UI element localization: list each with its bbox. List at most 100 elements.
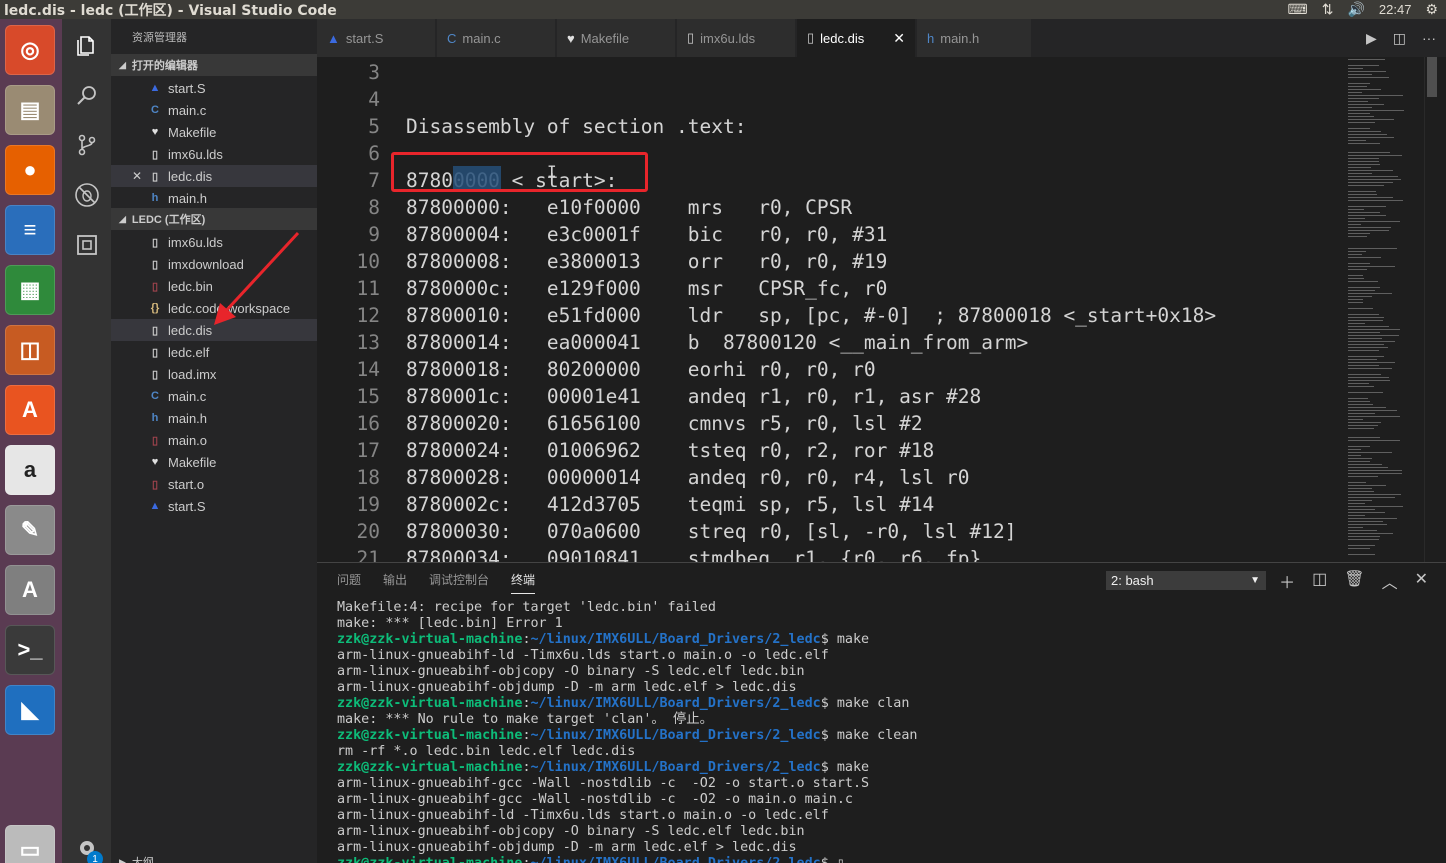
source-control-icon[interactable] xyxy=(74,132,100,158)
tab-Makefile[interactable]: ♥ Makefile xyxy=(557,19,676,57)
calc-icon[interactable]: ▦ xyxy=(5,265,55,315)
minimap-line xyxy=(1348,377,1389,378)
workspace-label: LEDC (工作区) xyxy=(131,214,206,226)
panel-tab[interactable]: 终端 xyxy=(511,571,536,594)
panel-tab[interactable]: 问题 xyxy=(337,571,361,594)
tab-main-c[interactable]: Cmain.c xyxy=(437,19,556,57)
terminal-icon[interactable]: >_ xyxy=(5,625,55,675)
close-icon[interactable]: ✕ xyxy=(132,169,142,183)
minimap-line xyxy=(1348,425,1378,426)
panel-tabs: 问题 输出 调试控制台 终端 xyxy=(337,571,557,594)
close-icon[interactable]: ✕ xyxy=(893,30,905,47)
volume-icon[interactable]: 🔊 xyxy=(1347,1,1364,18)
minimap-line xyxy=(1348,527,1363,528)
file-item[interactable]: ▯ load.imx xyxy=(111,363,317,385)
panel-tab[interactable]: 输出 xyxy=(383,571,407,594)
terminal-select[interactable]: 2: bash ▼ xyxy=(1106,571,1266,590)
firefox-icon[interactable]: ● xyxy=(5,145,55,195)
file-item[interactable]: Cmain.c xyxy=(111,385,317,407)
terminal-line: zzk@zzk-virtual-machine:~/linux/IMX6ULL/… xyxy=(337,696,1437,712)
prompt-path: ~/linux/IMX6ULL/Board_Drivers/2_ledc xyxy=(530,696,821,711)
minimap-line xyxy=(1348,365,1379,366)
file-item[interactable]: Cmain.c xyxy=(111,99,317,121)
file-type-icon: ▯ xyxy=(807,30,815,45)
trash-icon[interactable]: 🗑 xyxy=(1344,569,1364,593)
file-item[interactable]: ▯ start.o xyxy=(111,473,317,495)
launcher-glyph: A xyxy=(22,397,38,422)
minimap-line xyxy=(1348,383,1369,384)
ubuntu-dash-icon[interactable]: ◎ xyxy=(5,25,55,75)
file-item[interactable]: ♥ Makefile xyxy=(111,121,317,143)
minimap-line xyxy=(1348,374,1381,375)
minimap-line xyxy=(1348,224,1361,225)
open-editors-header[interactable]: ◢ 打开的编辑器 xyxy=(111,54,317,76)
updater-icon[interactable]: A xyxy=(5,565,55,615)
file-icon: ▯ xyxy=(151,324,159,337)
file-item[interactable]: h main.h xyxy=(111,407,317,429)
impress-icon[interactable]: ◫ xyxy=(5,325,55,375)
outline-header[interactable]: ▶ 大纲 xyxy=(111,851,317,863)
file-item[interactable]: ▲ start.S xyxy=(111,495,317,517)
line-number: 15 xyxy=(356,385,380,408)
scrollbar-thumb[interactable] xyxy=(1427,57,1437,97)
run-icon[interactable]: ▶ xyxy=(1366,30,1377,47)
tab-imx6u-lds[interactable]: ▯ imx6u.lds xyxy=(677,19,796,57)
minimap-line xyxy=(1348,107,1372,108)
tab-ledc-dis[interactable]: ▯ ledc.dis ✕ xyxy=(797,19,916,57)
prompt-path: ~/linux/IMX6ULL/Board_Drivers/2_ledc xyxy=(530,760,821,775)
file-item[interactable]: ▲ start.S xyxy=(111,77,317,99)
close-panel-icon[interactable]: ✕ xyxy=(1415,569,1428,593)
terminal-output[interactable]: Makefile:4: recipe for target 'ledc.bin'… xyxy=(337,600,1437,863)
split-terminal-icon[interactable]: ◫ xyxy=(1312,569,1327,593)
debug-icon[interactable] xyxy=(74,182,100,208)
minimap-line xyxy=(1348,380,1390,381)
code-text: 87800004: e3c0001f bic r0, r0, #31 xyxy=(406,223,888,246)
code-text: 8780000c: e129f000 msr CPSR_fc, r0 xyxy=(406,277,888,300)
extensions-icon[interactable] xyxy=(74,232,100,258)
minimap-line xyxy=(1348,248,1397,249)
file-item[interactable]: h main.h xyxy=(111,187,317,209)
tab-start-S[interactable]: ▲ start.S xyxy=(317,19,436,57)
file-item[interactable]: ▯ imx6u.lds xyxy=(111,143,317,165)
file-item[interactable]: ♥ Makefile xyxy=(111,451,317,473)
new-terminal-icon[interactable]: ＋ xyxy=(1279,569,1295,593)
network-icon[interactable]: ⇅ xyxy=(1322,1,1334,18)
settings-icon[interactable]: ✎ xyxy=(5,505,55,555)
clock[interactable]: 22:47 xyxy=(1379,2,1412,17)
explorer-icon[interactable] xyxy=(74,33,100,59)
search-icon[interactable] xyxy=(74,82,100,108)
editor-scrollbar[interactable] xyxy=(1424,57,1438,562)
binary-icon: ▯ xyxy=(151,478,159,491)
software-center-icon[interactable]: A xyxy=(5,385,55,435)
maximize-panel-icon[interactable]: ︿ xyxy=(1382,569,1398,593)
file-name: ledc.elf xyxy=(168,344,210,360)
split-editor-icon[interactable]: ◫ xyxy=(1393,30,1406,47)
minimap-line xyxy=(1348,221,1400,222)
minimap-line xyxy=(1348,302,1363,303)
trash-icon[interactable]: ▭ xyxy=(5,825,55,863)
minimap-line xyxy=(1348,458,1372,459)
red-annotation-box xyxy=(391,152,648,192)
panel-actions: ＋ ◫ 🗑 ︿ ✕ xyxy=(1279,569,1428,593)
code-editor[interactable]: 21 87800034: 09010841 stmdbeq r1, {r0, r6… xyxy=(317,57,1446,562)
vscode-icon[interactable]: ◣ xyxy=(5,685,55,735)
tab-main-h[interactable]: h main.h xyxy=(917,19,1032,57)
gear-icon[interactable]: ⚙ xyxy=(1425,1,1438,18)
panel-tab[interactable]: 调试控制台 xyxy=(429,571,489,594)
minimap[interactable] xyxy=(1344,57,1424,562)
amazon-icon[interactable]: a xyxy=(5,445,55,495)
file-item[interactable]: ▯ ledc.elf xyxy=(111,341,317,363)
minimap-line xyxy=(1348,98,1379,99)
keyboard-icon[interactable]: ⌨ xyxy=(1288,1,1308,18)
file-item[interactable]: ✕ ▯ ledc.dis xyxy=(111,165,317,187)
chevron-down-icon: ◢ xyxy=(119,59,126,70)
file-item[interactable]: ▯ main.o xyxy=(111,429,317,451)
writer-icon[interactable]: ≡ xyxy=(5,205,55,255)
prompt-user: zzk@zzk-virtual-machine xyxy=(337,760,523,775)
minimap-line xyxy=(1348,116,1374,117)
file-icon: ▯ xyxy=(151,258,159,271)
files-icon[interactable]: ▤ xyxy=(5,85,55,135)
more-icon[interactable]: ··· xyxy=(1422,30,1436,46)
terminal-line: zzk@zzk-virtual-machine:~/linux/IMX6ULL/… xyxy=(337,632,1437,648)
minimap-line xyxy=(1348,71,1386,72)
